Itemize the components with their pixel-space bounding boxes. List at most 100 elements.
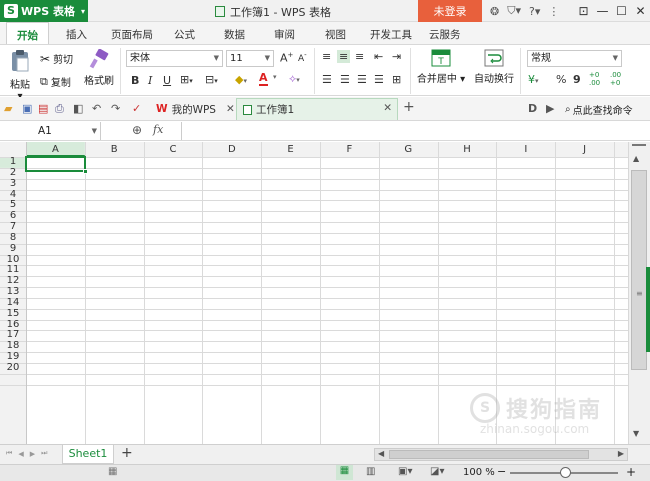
zoom-icon[interactable]: ⊕ [132,123,142,137]
side-panel-toggle[interactable] [646,267,650,352]
font-color-icon[interactable]: A [259,72,268,86]
shirt-icon[interactable]: ⛉▾ [507,4,521,18]
zoom-in-button[interactable]: + [626,465,636,479]
column-header[interactable]: I [496,142,555,157]
scroll-top-icon[interactable] [632,144,646,154]
share-icon[interactable]: ▶ [546,102,554,115]
macro-icon[interactable]: ▦ [108,466,117,477]
app-menu-button[interactable]: S WPS 表格 ▾ [0,0,88,22]
increase-decimal-icon[interactable]: +0.00 [589,71,600,87]
horizontal-scrollbar[interactable]: ◀ ▶ [374,448,628,461]
tab-workbook1[interactable]: 工作簿1 ✕ [236,98,398,120]
bold-button[interactable]: B [131,74,139,87]
merge-center-button[interactable]: T 合并居中 ▾ [416,49,466,85]
eye-protection-icon[interactable]: ◪▾ [430,466,444,477]
add-sheet-button[interactable]: + [121,445,133,461]
customize-icon[interactable]: ✓ [132,102,141,115]
fill-color-icon[interactable]: ◆▾ [235,73,247,86]
zoom-out-button[interactable]: − [497,465,506,478]
command-search[interactable]: ⌕ 点此查找命令 [565,102,633,117]
open-icon[interactable]: ▰ [4,102,12,115]
font-name-select[interactable]: 宋体 ▼ [126,50,223,67]
font-size-select[interactable]: 11 ▼ [226,50,274,67]
print-icon[interactable]: ⎙ [55,102,64,116]
column-header[interactable]: H [438,142,497,157]
sheet-tab[interactable]: Sheet1 [62,445,114,464]
zoom-level[interactable]: 100 % [463,467,495,478]
column-header[interactable]: B [85,142,144,157]
tab-cloud[interactable]: 云服务 [429,27,461,42]
wrap-text-button[interactable]: 自动换行 [472,49,516,85]
tab-review[interactable]: 审阅 [274,27,295,42]
page-break-view-icon[interactable]: ▥ [366,466,375,477]
active-cell[interactable] [25,156,88,174]
cut-button[interactable]: ✂ 剪切 [40,51,73,67]
align-right-icon[interactable]: ☰ [357,73,367,86]
scroll-down-icon[interactable]: ▼ [633,429,639,438]
column-header[interactable]: G [379,142,438,157]
column-header[interactable]: F [320,142,379,157]
currency-icon[interactable]: ¥▾ [528,73,539,86]
italic-button[interactable]: I [148,74,152,87]
new-tab-button[interactable]: + [403,99,415,115]
scroll-up-icon[interactable]: ▲ [633,154,639,163]
tab-my-wps[interactable]: W 我的WPS ✕ [150,99,241,119]
tab-insert[interactable]: 插入 [66,27,87,42]
comma-button[interactable]: 9 [573,73,581,86]
undo-icon[interactable]: ↶ [92,102,101,115]
export-pdf-icon[interactable]: ▤ [38,102,48,115]
print-preview-icon[interactable]: ◧ [73,102,83,115]
column-header[interactable]: J [555,142,614,157]
name-box[interactable]: A1 ▼ [0,122,101,140]
maximize-button[interactable]: ☐ [612,4,631,18]
fx-button[interactable]: fx [153,123,163,136]
tab-view[interactable]: 视图 [325,27,346,42]
skin-icon[interactable]: ❂ [490,5,499,18]
column-header[interactable]: C [144,142,203,157]
increase-font-icon[interactable]: A+ [280,51,293,65]
tab-page-layout[interactable]: 页面布局 [111,27,153,42]
save-icon[interactable]: ▣ [22,102,32,115]
tab-formulas[interactable]: 公式 [174,27,195,42]
distribute-icon[interactable]: ⊞ [392,73,401,86]
tab-home[interactable]: 开始 [6,22,49,44]
tab-developer[interactable]: 开发工具 [370,27,412,42]
fullscreen-icon[interactable]: ⊡ [574,4,593,18]
format-painter-button[interactable]: 格式刷 [84,48,114,87]
decrease-decimal-icon[interactable]: .00 +0 [610,71,621,87]
vertical-scrollbar[interactable]: ▲ ≡ ▼ [628,142,650,444]
paste-button[interactable]: 粘贴 ▾ [6,49,34,102]
close-icon[interactable]: ✕ [383,102,392,114]
d-icon[interactable]: D [528,102,537,115]
row-header[interactable]: 20 [0,362,26,374]
more-icon[interactable]: ⋮ [548,5,559,18]
row-header[interactable]: 9 [0,243,26,255]
chevron-down-icon[interactable]: ▾ [273,73,277,81]
column-header[interactable]: A [26,142,85,157]
increase-indent-icon[interactable]: ⇥ [392,50,401,63]
sheet-nav[interactable]: ⏮ ◀ ▶ ⏭ [6,449,53,458]
redo-icon[interactable]: ↷ [111,102,120,115]
close-button[interactable]: ✕ [631,4,650,18]
help-icon[interactable]: ?▾ [529,5,540,18]
zoom-slider[interactable] [510,467,618,478]
decrease-font-icon[interactable]: A- [298,51,307,64]
row-header[interactable]: 3 [0,178,26,190]
normal-view-icon[interactable]: ▦ [336,465,353,480]
number-format-select[interactable]: 常规 ▼ [527,50,622,67]
scroll-thumb[interactable]: ≡ [631,170,647,370]
decrease-indent-icon[interactable]: ⇤ [374,50,383,63]
align-middle-icon[interactable]: ≡ [337,50,351,63]
minimize-button[interactable]: — [593,4,612,18]
tab-data[interactable]: 数据 [224,27,245,42]
align-left-icon[interactable]: ☰ [322,73,332,86]
align-center-icon[interactable]: ☰ [340,73,350,86]
copy-button[interactable]: ⧉ 复制 [40,74,71,90]
row-header[interactable]: 15 [0,308,26,320]
justify-icon[interactable]: ☰ [374,73,384,86]
formula-input[interactable] [181,122,650,140]
align-bottom-icon[interactable]: ≡ [355,50,364,63]
column-header[interactable]: D [202,142,261,157]
zoom-slider-thumb[interactable] [560,467,571,478]
column-header[interactable]: E [261,142,320,157]
